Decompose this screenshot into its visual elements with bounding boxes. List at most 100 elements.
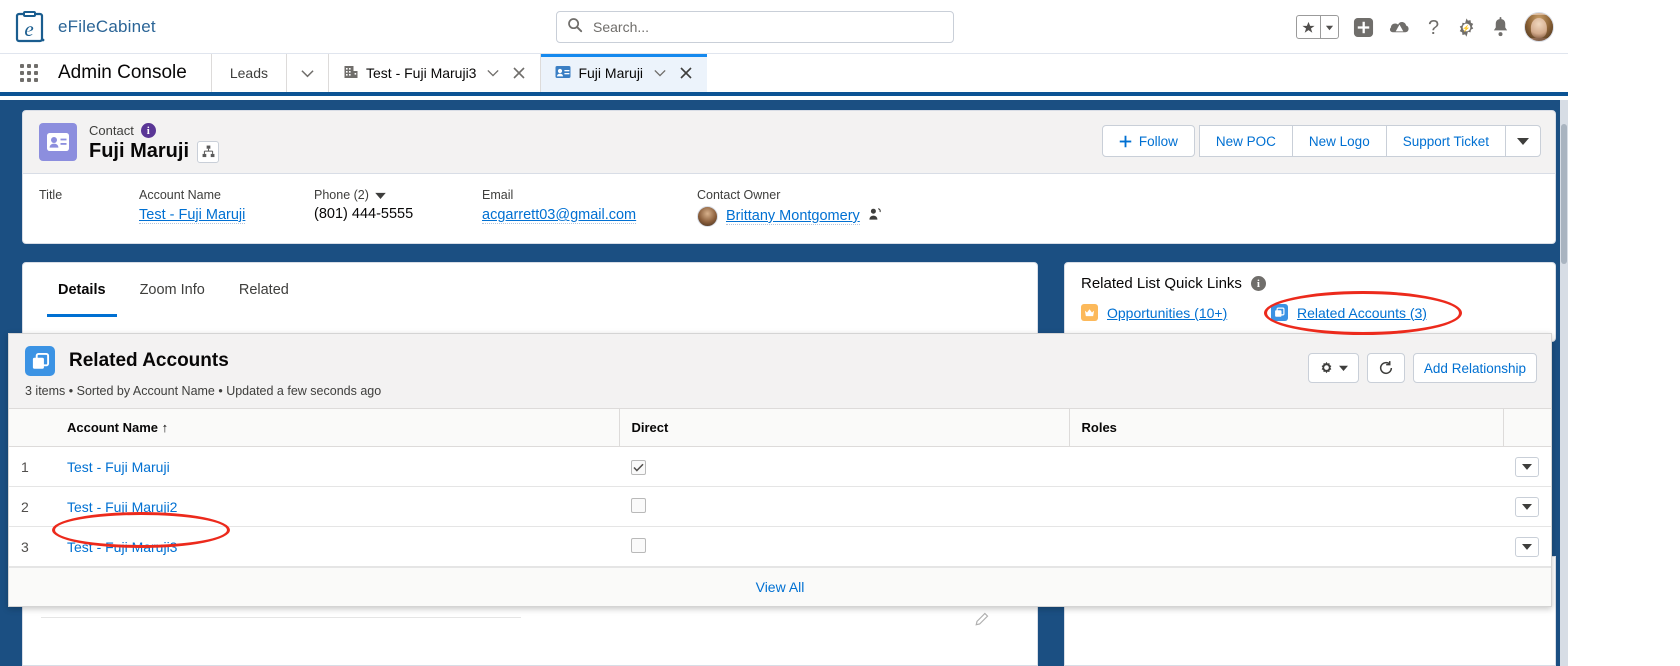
row-account-name[interactable]: Test - Fuji Maruji: [55, 446, 619, 487]
follow-button[interactable]: Follow: [1101, 125, 1195, 157]
hierarchy-icon[interactable]: [197, 140, 219, 163]
refresh-button[interactable]: [1366, 353, 1405, 383]
field-account-name: Account Name Test - Fuji Maruji: [139, 188, 314, 227]
table-row[interactable]: 1 Test - Fuji Maruji: [9, 446, 1551, 487]
column-header-roles[interactable]: Roles: [1069, 408, 1504, 447]
record-header-region: Contact i Fuji Maruji Follow New POC New…: [22, 110, 1556, 244]
list-settings-button[interactable]: [1307, 353, 1359, 383]
tab-close-icon[interactable]: [510, 67, 528, 79]
field-label: Title: [39, 188, 63, 202]
row-direct[interactable]: [619, 446, 1069, 487]
phone-value[interactable]: (801) 444-5555: [314, 206, 454, 222]
page-title: Fuji Maruji: [89, 140, 189, 162]
caret-down-icon: [1338, 365, 1348, 371]
row-actions[interactable]: [1503, 486, 1551, 527]
field-email: Email acgarrett03@gmail.com: [482, 188, 697, 227]
svg-text:e: e: [24, 17, 33, 41]
opportunity-icon: [1081, 304, 1098, 321]
direct-checkbox[interactable]: [631, 459, 646, 475]
quick-link-label[interactable]: Related Accounts (3): [1297, 305, 1427, 321]
related-accounts-table: Account Name ↑ Direct Roles 1 Test - Fuj…: [9, 408, 1551, 567]
tab-chevron-down-icon[interactable]: [651, 69, 669, 77]
related-list-quick-links-card: Related List Quick Links i Opportunities…: [1064, 262, 1556, 342]
row-menu-caret-down-icon[interactable]: [1515, 536, 1539, 557]
row-account-name[interactable]: Test - Fuji Maruji3: [55, 526, 619, 567]
related-accounts-header: Related Accounts 3 items • Sorted by Acc…: [9, 334, 1551, 408]
question-mark-icon[interactable]: ?: [1425, 16, 1442, 38]
field-label-text: Phone (2): [314, 188, 369, 202]
related-accounts-subtitle: 3 items • Sorted by Account Name • Updat…: [25, 384, 382, 398]
gear-icon: [1321, 361, 1332, 373]
row-direct[interactable]: [619, 526, 1069, 567]
nav-item-leads[interactable]: Leads: [210, 54, 286, 92]
pencil-icon[interactable]: [974, 612, 989, 632]
tab-details[interactable]: Details: [41, 263, 123, 317]
tab-chevron-down-icon[interactable]: [484, 69, 502, 77]
global-search[interactable]: [556, 11, 954, 43]
column-header-account-name[interactable]: Account Name ↑: [55, 408, 620, 447]
table-header-row: Account Name ↑ Direct Roles: [9, 408, 1551, 447]
gear-icon[interactable]: ⚡: [1456, 17, 1477, 38]
account-link[interactable]: Test - Fuji Maruji2: [67, 499, 177, 515]
field-label: Contact Owner: [697, 188, 781, 202]
phone-caret-down-icon[interactable]: [375, 188, 386, 202]
quick-links-title: Related List Quick Links: [1081, 275, 1242, 292]
record-actions-more-button[interactable]: [1505, 125, 1541, 157]
row-actions[interactable]: [1503, 526, 1551, 567]
brand-name: eFileCabinet: [58, 16, 156, 36]
quick-link-related-accounts[interactable]: Related Accounts (3): [1271, 304, 1461, 321]
brand-logo[interactable]: e eFileCabinet: [14, 10, 156, 44]
info-icon[interactable]: i: [1250, 276, 1266, 291]
account-name-link[interactable]: Test - Fuji Maruji: [139, 207, 246, 224]
table-row[interactable]: 2 Test - Fuji Maruji2: [9, 486, 1551, 527]
row-menu-caret-down-icon[interactable]: [1515, 456, 1539, 477]
new-logo-button[interactable]: New Logo: [1291, 125, 1387, 157]
star-icon[interactable]: [1297, 16, 1320, 38]
direct-checkbox[interactable]: [631, 537, 646, 553]
favorites-control[interactable]: [1296, 15, 1339, 39]
salesforce-app: e eFileCabinet Search... ? ⚡ Admin Conso…: [0, 0, 1568, 666]
row-index: 1: [9, 446, 55, 487]
quick-link-label[interactable]: Opportunities (10+): [1107, 305, 1227, 321]
tab-related[interactable]: Related: [222, 263, 306, 317]
bell-icon[interactable]: [1491, 16, 1510, 38]
email-link[interactable]: acgarrett03@gmail.com: [482, 207, 637, 224]
plus-square-icon[interactable]: [1353, 17, 1374, 38]
row-menu-caret-down-icon[interactable]: [1515, 496, 1539, 517]
add-relationship-button[interactable]: Add Relationship: [1412, 353, 1537, 383]
refresh-icon: [1379, 361, 1393, 375]
contact-owner-link[interactable]: Brittany Montgomery: [726, 208, 860, 225]
row-direct[interactable]: [619, 486, 1069, 527]
workspace-tab-fuji-maruji[interactable]: Fuji Maruji: [540, 54, 708, 92]
info-icon[interactable]: i: [140, 123, 156, 138]
row-actions[interactable]: [1503, 446, 1551, 487]
tab-close-icon[interactable]: [677, 67, 695, 79]
view-all-link[interactable]: View All: [756, 579, 805, 595]
related-accounts-toolbar: Add Relationship: [1307, 353, 1537, 383]
search-input[interactable]: [591, 18, 943, 36]
quick-link-opportunities[interactable]: Opportunities (10+): [1081, 304, 1271, 321]
workspace-tab-test-fuji-maruji3[interactable]: Test - Fuji Maruji3: [328, 54, 541, 92]
related-account-icon: [25, 346, 55, 376]
app-launcher-waffle-icon[interactable]: [0, 54, 58, 92]
scrollbar-thumb[interactable]: [1561, 124, 1567, 264]
account-link[interactable]: Test - Fuji Maruji: [67, 459, 170, 475]
column-header-direct[interactable]: Direct: [619, 408, 1070, 447]
tab-zoom-info[interactable]: Zoom Info: [123, 263, 222, 317]
field-title: Title: [39, 188, 139, 227]
favorites-caret-down-icon[interactable]: [1321, 16, 1338, 38]
field-label: Phone (2): [314, 188, 454, 202]
search-icon: [567, 17, 583, 38]
new-poc-button[interactable]: New POC: [1198, 125, 1293, 157]
direct-checkbox[interactable]: [631, 497, 646, 513]
change-owner-icon[interactable]: [868, 207, 882, 226]
nav-overflow-chevron-down-icon[interactable]: [286, 54, 328, 92]
support-ticket-button[interactable]: Support Ticket: [1385, 125, 1506, 157]
account-link[interactable]: Test - Fuji Maruji3: [67, 539, 177, 555]
efc-cloud-icon[interactable]: [1388, 17, 1411, 38]
user-avatar[interactable]: [1524, 12, 1554, 42]
page-scrollbar[interactable]: [1560, 100, 1568, 666]
table-row[interactable]: 3 Test - Fuji Maruji3: [9, 526, 1551, 567]
global-header: e eFileCabinet Search... ? ⚡: [0, 0, 1568, 54]
row-account-name[interactable]: Test - Fuji Maruji2: [55, 486, 619, 527]
